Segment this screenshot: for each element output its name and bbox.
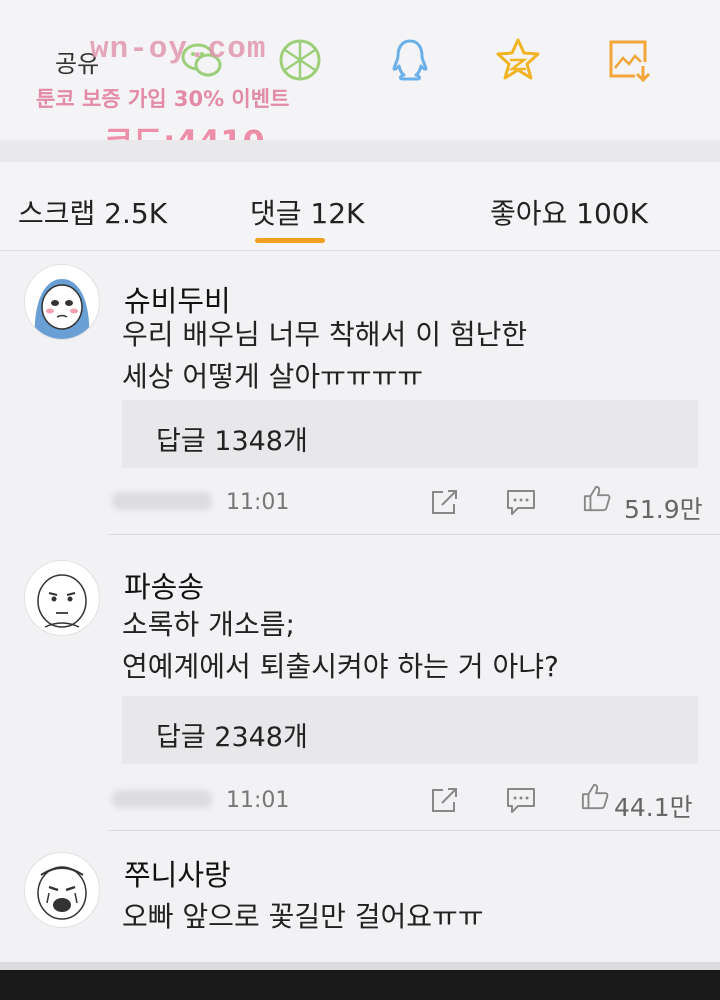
tab-likes[interactable]: 좋아요 100K (490, 192, 648, 232)
avatar-crying-face-icon (37, 866, 87, 920)
comment-divider (108, 830, 720, 831)
bottom-edge (0, 970, 720, 1000)
reply-bubble-icon[interactable] (506, 488, 536, 516)
comment-time: 11:01 (226, 788, 290, 813)
active-tab-indicator (255, 238, 325, 243)
avatar[interactable] (24, 560, 100, 636)
tab-bar: 스크랩 2.5K 댓글 12K 좋아요 100K (0, 162, 720, 251)
blurred-date (112, 492, 212, 510)
divider-band (0, 140, 720, 162)
like-count: 44.1만 (614, 793, 693, 822)
blurred-date (112, 790, 212, 808)
like-count: 51.9만 (624, 495, 703, 524)
reply-count-button[interactable]: 답글 2348개 (122, 696, 698, 764)
reply-bubble-icon[interactable] (506, 786, 536, 814)
avatar[interactable] (24, 852, 100, 928)
reply-count-label: 답글 2348개 (156, 722, 308, 753)
tab-scrap[interactable]: 스크랩 2.5K (18, 192, 167, 232)
watermark-promo: 툰코 보증 가입 30% 이벤트 (36, 87, 290, 111)
comment-username[interactable]: 쭈니사랑 (124, 852, 231, 894)
avatar-hooded-face-icon (34, 279, 90, 339)
reply-count-button[interactable]: 답글 1348개 (122, 400, 698, 468)
watermark-site: wn-oy.com (90, 32, 267, 67)
thumbs-up-icon[interactable] (582, 484, 612, 512)
share-comment-icon[interactable] (430, 786, 460, 814)
share-bar: 공유 wn-oy.com 툰코 보증 가입 30% 이벤트 코드:4410 (0, 0, 720, 161)
comment-username[interactable]: 파송송 (124, 564, 204, 606)
comment-text-line: 오빠 앞으로 꽃길만 걸어요ㅠㅠ (122, 900, 484, 933)
comment-text-line: 우리 배우님 너무 착해서 이 험난한 (122, 318, 528, 351)
qq-icon[interactable] (386, 36, 434, 84)
comment-text-line: 연예계에서 퇴출시켜야 하는 거 아냐? (122, 650, 559, 683)
bottom-divider (0, 962, 720, 970)
thumbs-up-icon[interactable] (580, 782, 610, 810)
avatar-grumpy-face-icon (37, 574, 87, 628)
qzone-star-icon[interactable] (494, 36, 542, 84)
comment-time: 11:01 (226, 490, 290, 515)
comment-text-line: 소록하 개소름; (122, 608, 295, 641)
comment-text-line: 세상 어떻게 살아ㅠㅠㅠㅠ (122, 360, 424, 393)
moments-icon[interactable] (276, 36, 324, 84)
reply-count-label: 답글 1348개 (156, 426, 308, 457)
save-image-icon[interactable] (605, 36, 653, 84)
tab-comments[interactable]: 댓글 12K (250, 192, 364, 232)
avatar[interactable] (24, 264, 100, 340)
comment-divider (108, 534, 720, 535)
share-comment-icon[interactable] (430, 488, 460, 516)
